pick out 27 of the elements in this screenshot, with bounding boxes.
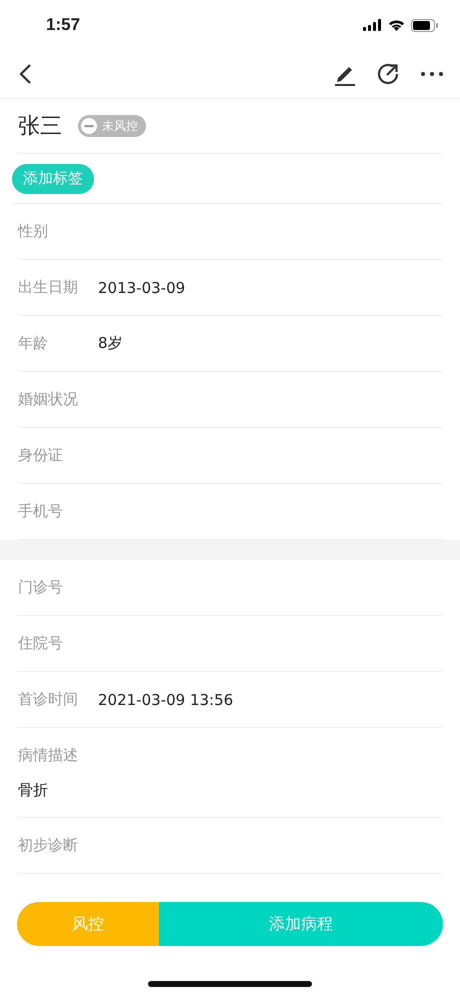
field-label: 手机号 <box>18 502 64 521</box>
wifi-icon <box>388 19 405 31</box>
field-label: 性别 <box>18 222 49 241</box>
signal-icon <box>363 19 382 31</box>
status-time: 1:57 <box>46 15 80 35</box>
field-value: 2013-03-09 <box>98 278 186 296</box>
field-label: 病情描述 <box>18 746 78 764</box>
more-icon[interactable] <box>420 71 444 77</box>
risk-control-button[interactable]: 风控 <box>17 902 159 946</box>
field-value: 2021-03-09 13:56 <box>98 690 234 708</box>
field-label: 门诊号 <box>18 578 64 597</box>
field-value: 骨折 <box>18 780 48 800</box>
battery-icon <box>411 18 438 32</box>
risk-status-badge: 未风控 <box>78 115 146 137</box>
field-label: 身份证 <box>18 446 64 465</box>
field-label: 首诊时间 <box>18 690 79 709</box>
add-record-button[interactable]: 添加病程 <box>159 902 443 946</box>
field-label: 初步诊断 <box>18 836 79 855</box>
field-label: 住院号 <box>18 634 64 653</box>
patient-name: 张三 <box>18 113 62 141</box>
refresh-arrow-icon[interactable] <box>376 62 400 86</box>
add-tag-button[interactable]: 添加标签 <box>12 164 94 194</box>
back-icon[interactable] <box>18 63 32 85</box>
field-label: 婚姻状况 <box>18 390 79 409</box>
field-label: 年龄 <box>18 334 49 353</box>
field-label: 出生日期 <box>18 278 79 297</box>
field-value: 8岁 <box>98 334 123 353</box>
